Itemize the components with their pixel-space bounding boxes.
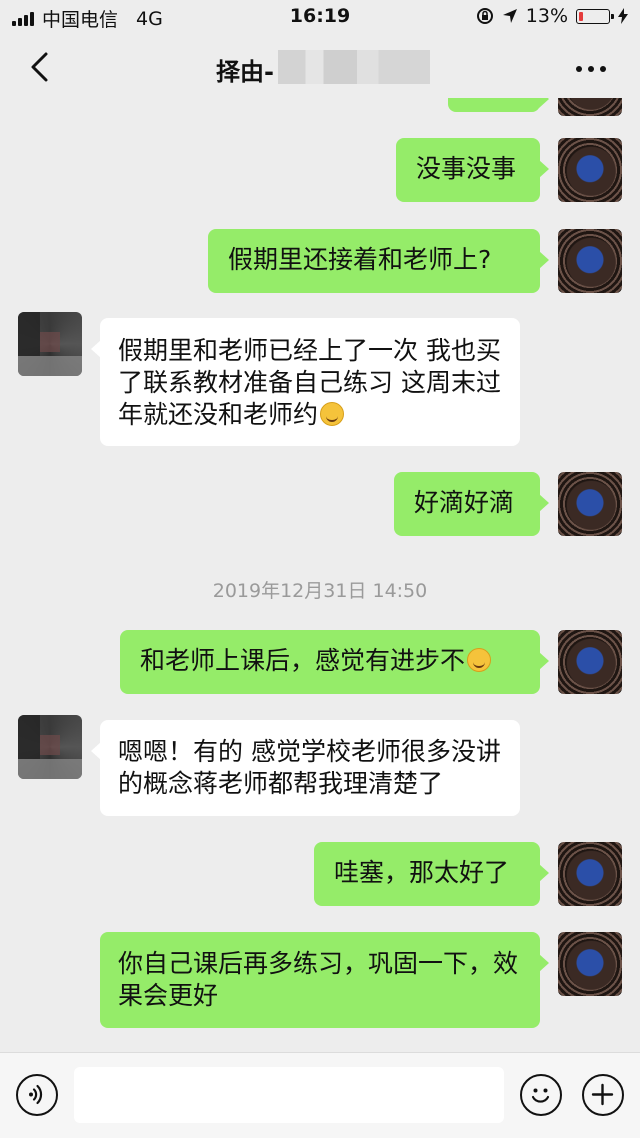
chevron-left-icon[interactable] <box>26 50 56 84</box>
my-avatar[interactable] <box>558 472 622 536</box>
message-bubble[interactable]: 嗯嗯！有的 感觉学校老师很多没讲的概念蒋老师都帮我理清楚了 <box>91 720 520 816</box>
input-bar <box>0 1052 640 1138</box>
laughing-tears-emoji-icon <box>320 402 345 426</box>
contact-avatar[interactable] <box>18 715 82 779</box>
message-text: 嗯嗯！有的 感觉学校老师很多没讲的概念蒋老师都帮我理清楚了 <box>118 737 501 798</box>
chat-header: 择由- <box>0 36 640 98</box>
voice-icon[interactable] <box>16 1074 58 1116</box>
chat-title: 择由- <box>216 58 274 86</box>
more-dots-icon[interactable] <box>576 66 606 72</box>
charging-bolt-icon <box>618 8 628 24</box>
message-bubble[interactable]: 假期里和老师已经上了一次 我也买了联系教材准备自己练习 这周末过年就还没和老师约 <box>91 318 520 446</box>
message-bubble[interactable]: 你自己课后再多练习，巩固一下，效果会更好 <box>100 932 549 1028</box>
message-list[interactable]: 没事没事 假期里还接着和老师上? 假期里和老师已经上了一次 我也买了联系教材准备… <box>0 98 640 1052</box>
plus-icon[interactable] <box>582 1074 624 1116</box>
my-avatar[interactable] <box>558 98 622 116</box>
message-bubble[interactable]: 没事没事 <box>396 138 549 202</box>
battery-percent: 13% <box>525 5 568 27</box>
battery-icon <box>576 8 614 24</box>
message-bubble[interactable]: 哇塞，那太好了 <box>314 842 549 906</box>
my-avatar[interactable] <box>558 842 622 906</box>
voice-waves-icon <box>29 1084 43 1105</box>
thinking-emoji-icon <box>467 648 492 672</box>
message-text: 和老师上课后，感觉有进步不 <box>140 646 466 675</box>
rotation-lock-icon <box>476 8 493 24</box>
message-bubble[interactable]: 和老师上课后，感觉有进步不 <box>120 630 549 694</box>
message-text: 没事没事 <box>416 154 517 183</box>
smiley-icon[interactable] <box>520 1074 562 1116</box>
message-text: 假期里和老师已经上了一次 我也买了联系教材准备自己练习 这周末过年就还没和老师约 <box>118 336 501 429</box>
message-input[interactable] <box>74 1067 504 1123</box>
battery-level-fill <box>579 11 583 21</box>
message-bubble-partial[interactable] <box>448 98 549 112</box>
contact-avatar[interactable] <box>18 312 82 376</box>
message-bubble[interactable]: 好滴好滴 <box>394 472 549 536</box>
message-text: 好滴好滴 <box>414 488 515 517</box>
plus-sign-icon <box>591 1083 614 1106</box>
message-timestamp: 2019年12月31日 14:50 <box>212 580 428 602</box>
blurred-contact-name <box>278 50 430 84</box>
message-text: 哇塞，那太好了 <box>334 858 510 887</box>
my-avatar[interactable] <box>558 138 622 202</box>
my-avatar[interactable] <box>558 229 622 293</box>
message-text: 你自己课后再多练习，巩固一下，效果会更好 <box>118 949 519 1010</box>
my-avatar[interactable] <box>558 630 622 694</box>
message-text: 假期里还接着和老师上? <box>228 245 492 274</box>
location-arrow-icon <box>502 9 517 23</box>
message-bubble[interactable]: 假期里还接着和老师上? <box>208 229 549 293</box>
status-bar: 中国电信 4G 16:19 13% <box>0 0 640 36</box>
my-avatar[interactable] <box>558 932 622 996</box>
smiley-face-icon <box>531 1088 550 1103</box>
